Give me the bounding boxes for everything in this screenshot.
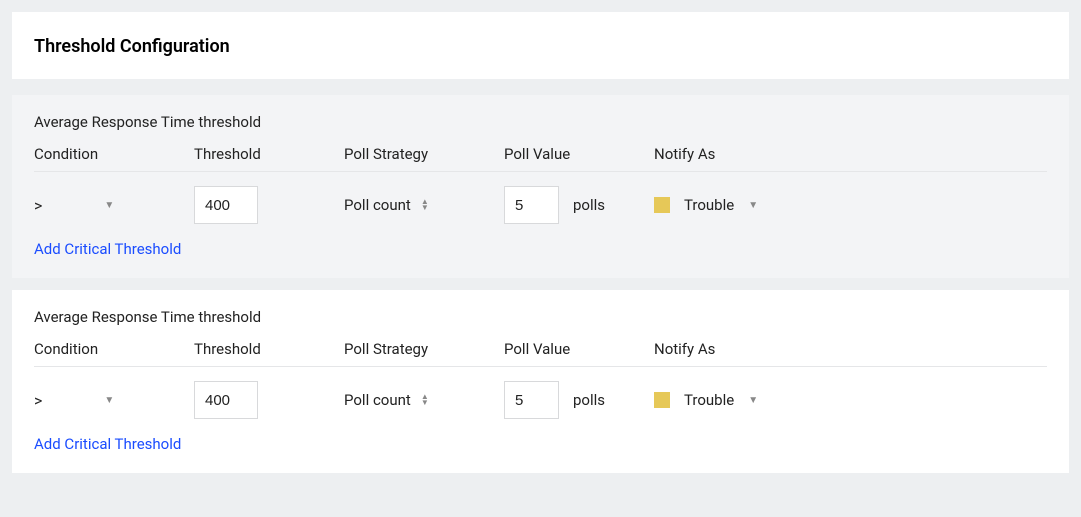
column-header-notify-as: Notify As bbox=[649, 145, 869, 163]
threshold-input[interactable] bbox=[194, 381, 258, 419]
threshold-block: Average Response Time threshold Conditio… bbox=[12, 290, 1069, 473]
columns-header-row: Condition Threshold Poll Strategy Poll V… bbox=[34, 340, 1047, 367]
poll-strategy-label: Poll count bbox=[344, 391, 411, 409]
column-header-condition: Condition bbox=[34, 340, 194, 358]
threshold-block-title: Average Response Time threshold bbox=[34, 113, 1047, 131]
column-header-threshold: Threshold bbox=[194, 340, 344, 358]
column-header-poll-strategy: Poll Strategy bbox=[344, 145, 504, 163]
column-header-poll-strategy: Poll Strategy bbox=[344, 340, 504, 358]
page-title: Threshold Configuration bbox=[34, 36, 1047, 57]
column-header-threshold: Threshold bbox=[194, 145, 344, 163]
condition-symbol: > bbox=[34, 391, 42, 410]
chevron-down-icon: ▼ bbox=[748, 200, 758, 211]
header-card: Threshold Configuration bbox=[12, 12, 1069, 79]
condition-symbol: > bbox=[34, 196, 42, 215]
column-header-poll-value: Poll Value bbox=[504, 145, 649, 163]
notify-as-label: Trouble bbox=[684, 391, 734, 409]
chevron-down-icon: ▼ bbox=[104, 200, 114, 211]
status-color-swatch bbox=[654, 392, 670, 408]
notify-as-label: Trouble bbox=[684, 196, 734, 214]
column-header-poll-value: Poll Value bbox=[504, 340, 649, 358]
threshold-values-row: > ▼ Poll count ▲▼ polls Trouble ▼ bbox=[34, 381, 1047, 419]
add-critical-threshold-link[interactable]: Add Critical Threshold bbox=[34, 240, 1047, 258]
column-header-notify-as: Notify As bbox=[649, 340, 869, 358]
column-header-condition: Condition bbox=[34, 145, 194, 163]
poll-value-input[interactable] bbox=[504, 381, 559, 419]
threshold-input[interactable] bbox=[194, 186, 258, 224]
threshold-block-title: Average Response Time threshold bbox=[34, 308, 1047, 326]
sort-icon: ▲▼ bbox=[421, 394, 429, 406]
threshold-values-row: > ▼ Poll count ▲▼ polls Trouble ▼ bbox=[34, 186, 1047, 224]
condition-select[interactable]: > ▼ bbox=[34, 196, 194, 215]
notify-as-select[interactable]: Trouble ▼ bbox=[649, 196, 869, 214]
add-critical-threshold-link[interactable]: Add Critical Threshold bbox=[34, 435, 1047, 453]
chevron-down-icon: ▼ bbox=[748, 395, 758, 406]
poll-strategy-select[interactable]: Poll count ▲▼ bbox=[344, 196, 504, 214]
poll-strategy-label: Poll count bbox=[344, 196, 411, 214]
poll-value-input[interactable] bbox=[504, 186, 559, 224]
threshold-block: Average Response Time threshold Conditio… bbox=[12, 95, 1069, 278]
condition-select[interactable]: > ▼ bbox=[34, 391, 194, 410]
notify-as-select[interactable]: Trouble ▼ bbox=[649, 391, 869, 409]
poll-unit-label: polls bbox=[573, 391, 605, 409]
columns-header-row: Condition Threshold Poll Strategy Poll V… bbox=[34, 145, 1047, 172]
chevron-down-icon: ▼ bbox=[104, 395, 114, 406]
poll-unit-label: polls bbox=[573, 196, 605, 214]
page-container: Threshold Configuration Average Response… bbox=[0, 0, 1081, 497]
status-color-swatch bbox=[654, 197, 670, 213]
poll-strategy-select[interactable]: Poll count ▲▼ bbox=[344, 391, 504, 409]
sort-icon: ▲▼ bbox=[421, 199, 429, 211]
